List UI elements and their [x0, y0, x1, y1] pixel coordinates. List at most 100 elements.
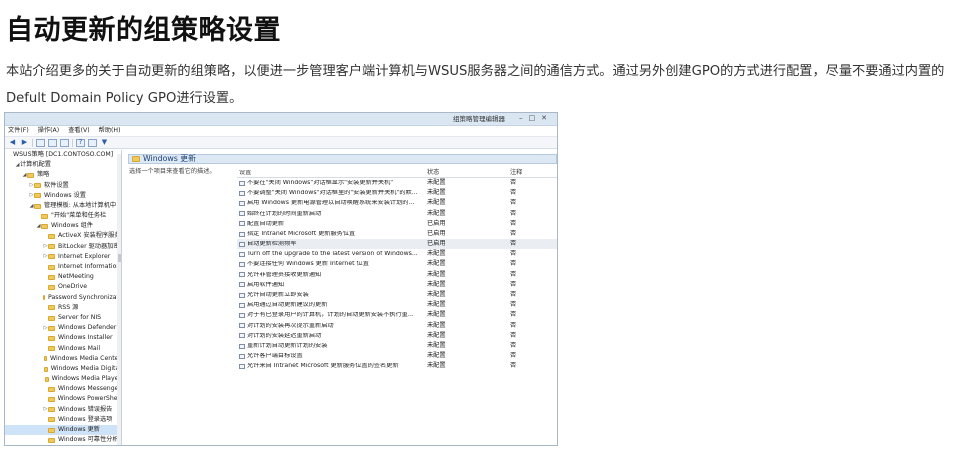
- menu-help[interactable]: 帮助(H): [99, 127, 121, 134]
- table-row[interactable]: 始终在计划的时间重新启动 未配置 否: [237, 209, 557, 219]
- tree-item-label: Windows Media Player: [51, 375, 121, 383]
- table-row[interactable]: 重新计划自动更新计划的安装 未配置 否: [237, 341, 557, 351]
- tree-item-label: Windows Installer: [58, 334, 113, 342]
- properties-icon[interactable]: [88, 138, 97, 147]
- tree-item[interactable]: OneDrive: [5, 282, 121, 292]
- menu-action[interactable]: 操作(A): [38, 127, 59, 134]
- tree-item[interactable]: Server for NIS: [5, 313, 121, 323]
- folder-icon[interactable]: [36, 138, 45, 147]
- column-setting[interactable]: 设置: [237, 170, 425, 176]
- table-row[interactable]: 允许非管理员接收更新通知 未配置 否: [237, 270, 557, 280]
- back-arrow-icon[interactable]: ◀: [8, 139, 17, 147]
- tree-item[interactable]: Windows Messenger: [5, 384, 121, 394]
- policy-icon: [239, 282, 245, 288]
- tree-item[interactable]: ▷ Windows 错误报告: [5, 405, 121, 415]
- tree-item-label: Windows Defender: [58, 324, 117, 332]
- tree-item[interactable]: Windows Mail: [5, 344, 121, 354]
- tree-item[interactable]: RSS 源: [5, 303, 121, 313]
- table-row[interactable]: 启用 Windows 更新电源管理以自动唤醒系统来安装计划的... 未配置 否: [237, 198, 557, 208]
- policy-icon: [239, 313, 245, 319]
- view-icon[interactable]: [48, 138, 57, 147]
- tree-item[interactable]: NetMeeting: [5, 272, 121, 282]
- menu-file[interactable]: 文件(F): [8, 127, 29, 134]
- state-cell: 未配置: [427, 331, 446, 339]
- pane-description: 选择一个项目来查看它的描述。: [129, 168, 216, 175]
- tree-item-label: 管理模板: 从本地计算机中: [44, 201, 117, 209]
- tree-item[interactable]: ◢ 管理模板: 从本地计算机中: [5, 201, 121, 211]
- tree-item[interactable]: ▷ Windows 设置: [5, 191, 121, 201]
- table-row[interactable]: 指定 Intranet Microsoft 更新服务位置 已启用 否: [237, 229, 557, 239]
- tree-item-label: Windows 错误报告: [58, 405, 113, 413]
- tree-item[interactable]: ◢ 计算机配置: [5, 160, 121, 170]
- tree-item[interactable]: Windows Installer: [5, 333, 121, 343]
- table-row[interactable]: 对计划的安装延迟重新启动 未配置 否: [237, 331, 557, 341]
- tree-item[interactable]: ▷ 软件设置: [5, 181, 121, 191]
- setting-cell: 配置自动更新: [237, 221, 425, 227]
- export-icon[interactable]: [60, 138, 69, 147]
- setting-cell: 不要连接任何 Windows 更新 Internet 位置: [237, 261, 425, 267]
- tree-item[interactable]: ▷ Windows Defender: [5, 323, 121, 333]
- tree-item[interactable]: ▷ BitLocker 驱动器加密: [5, 242, 121, 252]
- tree-item[interactable]: Internet Information: [5, 262, 121, 272]
- setting-text: 启用软件通知: [247, 281, 285, 288]
- tree-item[interactable]: Windows Media Player: [5, 374, 121, 384]
- state-cell: 未配置: [427, 270, 446, 278]
- column-state[interactable]: 状态: [425, 169, 507, 176]
- state-cell: 未配置: [427, 362, 446, 370]
- state-cell: 已启用: [427, 240, 446, 248]
- tree-item[interactable]: Password Synchronization: [5, 293, 121, 303]
- tree-item[interactable]: ▷ Internet Explorer: [5, 252, 121, 262]
- tree-item-label: "开始"菜单和任务栏: [51, 212, 107, 220]
- table-row[interactable]: 不要连接任何 Windows 更新 Internet 位置 未配置 否: [237, 260, 557, 270]
- setting-text: 对计划的安装延迟重新启动: [247, 332, 322, 339]
- tree-scrollbar[interactable]: [117, 154, 121, 445]
- intro-paragraph: 本站介绍更多的关于自动更新的组策略，以便进一步管理客户端计算机与WSUS服务器之…: [6, 64, 945, 106]
- table-row[interactable]: 自动更新检测频率 已启用 否: [237, 239, 557, 250]
- tree-item[interactable]: ◢ Windows 组件: [5, 221, 121, 231]
- table-row[interactable]: 启用通过自动更新建议的更新 未配置 否: [237, 300, 557, 310]
- policy-icon: [239, 343, 245, 349]
- folder-icon: [48, 346, 55, 352]
- state-cell: 未配置: [427, 352, 446, 360]
- table-row[interactable]: 不要调整"关闭 Windows"对话框里的"安装更新并关机"的默... 未配置 否: [237, 188, 557, 198]
- setting-text: 启用通过自动更新建议的更新: [247, 302, 328, 309]
- tree-item[interactable]: Windows 更新: [5, 425, 121, 436]
- table-row[interactable]: Turn off the upgrade to the latest versi…: [237, 249, 557, 259]
- table-row[interactable]: 对计划的安装再次提示重新启动 未配置 否: [237, 321, 557, 331]
- menu-view[interactable]: 查看(V): [68, 127, 89, 134]
- table-row[interactable]: 允许来自 Intranet Microsoft 更新服务位置的签名更新 未配置 否: [237, 361, 557, 371]
- table-row[interactable]: 不要在"关闭 Windows"对话框显示"安装更新并关机" 未配置 否: [237, 178, 557, 188]
- table-row[interactable]: 允许客户端目标设置 未配置 否: [237, 351, 557, 361]
- table-row[interactable]: 允许自动更新立即安装 未配置 否: [237, 290, 557, 300]
- table-row[interactable]: 对于有已登录用户的计算机，计划的自动更新安装不执行重... 未配置 否: [237, 310, 557, 320]
- note-cell: 否: [510, 178, 517, 186]
- policy-icon: [239, 272, 245, 278]
- table-row[interactable]: 启用软件通知 未配置 否: [237, 280, 557, 290]
- folder-icon: [48, 417, 55, 423]
- folder-icon: [48, 264, 55, 270]
- tree-item[interactable]: ◢ 策略: [5, 170, 121, 180]
- folder-icon: [44, 356, 48, 362]
- filter-icon[interactable]: ▼: [100, 139, 109, 147]
- policy-icon: [239, 363, 245, 369]
- tree-item[interactable]: Windows Media Digital: [5, 364, 121, 374]
- tree-item[interactable]: ActiveX 安装程序服务: [5, 232, 121, 242]
- tree-item[interactable]: Windows PowerShell: [5, 395, 121, 405]
- tree-item-label: Windows 更新: [58, 426, 100, 434]
- tree-item[interactable]: Windows 可靠性分析: [5, 435, 121, 445]
- tree-item[interactable]: "开始"菜单和任务栏: [5, 211, 121, 221]
- tree-item-label: OneDrive: [58, 283, 88, 291]
- folder-icon: [44, 366, 48, 372]
- tree-item[interactable]: WSUS策略 [DC1.CONTOSO.COM]: [5, 150, 121, 160]
- folder-icon: [47, 386, 55, 392]
- tree-item[interactable]: Windows Media Center: [5, 354, 121, 364]
- note-cell: 否: [510, 311, 517, 319]
- state-cell: 已启用: [427, 219, 446, 227]
- tree-item-label: Internet Information: [58, 263, 121, 271]
- policy-icon: [239, 221, 245, 227]
- forward-arrow-icon[interactable]: ▶: [20, 139, 29, 147]
- tree-item[interactable]: Windows 登录选项: [5, 415, 121, 425]
- column-note[interactable]: 注释: [507, 169, 547, 176]
- help-icon[interactable]: ?: [76, 138, 85, 147]
- table-row[interactable]: 配置自动更新 已启用 否: [237, 219, 557, 229]
